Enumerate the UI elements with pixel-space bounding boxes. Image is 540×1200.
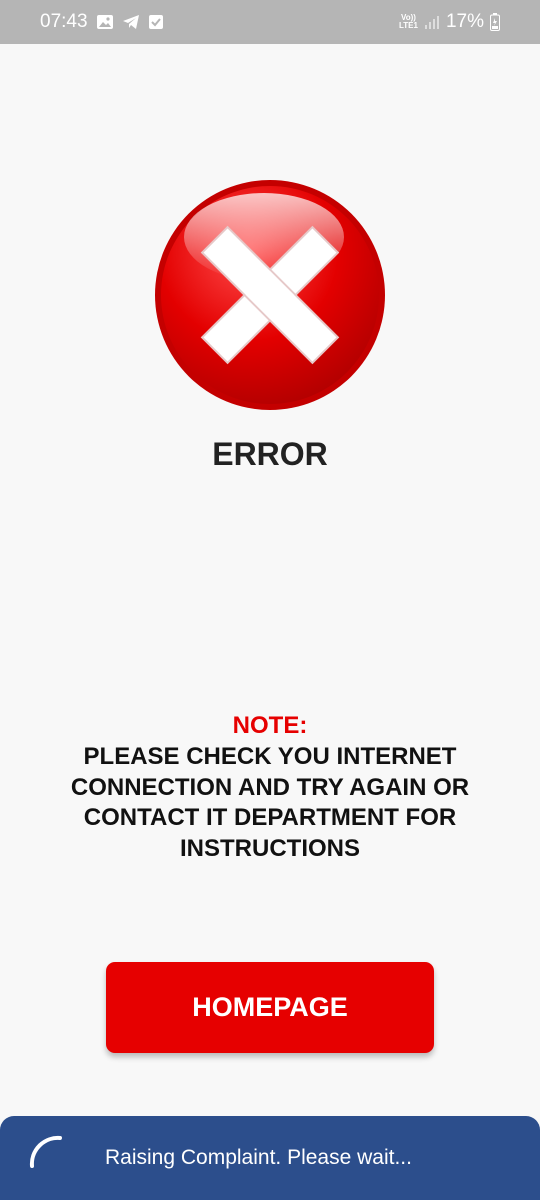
telegram-icon: [122, 14, 140, 30]
note-line: PLEASE CHECK YOU INTERNET: [83, 743, 457, 770]
progress-message: Raising Complaint. Please wait...: [105, 1146, 412, 1169]
signal-icon: [424, 14, 440, 30]
note-line: CONTACT IT DEPARTMENT FOR: [83, 804, 457, 831]
status-left: 07:43: [40, 11, 164, 33]
status-bar: 07:43 Vo)) LTE1 17%: [0, 0, 540, 44]
gallery-icon: [96, 14, 114, 30]
error-title: ERROR: [212, 436, 328, 472]
note-line: INSTRUCTIONS: [180, 834, 360, 862]
check-icon: [148, 14, 164, 30]
progress-dialog: Raising Complaint. Please wait...: [0, 1116, 540, 1200]
homepage-button[interactable]: HOMEPAGE: [106, 962, 434, 1053]
status-right: Vo)) LTE1 17%: [399, 11, 500, 33]
battery-icon: [490, 13, 500, 31]
battery-percent: 17%: [445, 11, 484, 32]
error-screen: 07:43 Vo)) LTE1 17% ERROR NOTE: PLEASE C…: [0, 0, 540, 1200]
note-label: NOTE:: [232, 712, 308, 739]
network-label-bottom: LTE1: [399, 21, 418, 30]
note-message: PLEASE CHECK YOU INTERNET CONNECTION AND…: [0, 742, 540, 864]
loading-spinner-icon: [26, 1132, 66, 1172]
note-line: CONNECTION AND TRY AGAIN OR: [70, 773, 470, 801]
status-time: 07:43: [40, 11, 88, 32]
error-x-circle-icon: [154, 179, 386, 411]
network-label: Vo)) LTE1: [399, 14, 418, 30]
